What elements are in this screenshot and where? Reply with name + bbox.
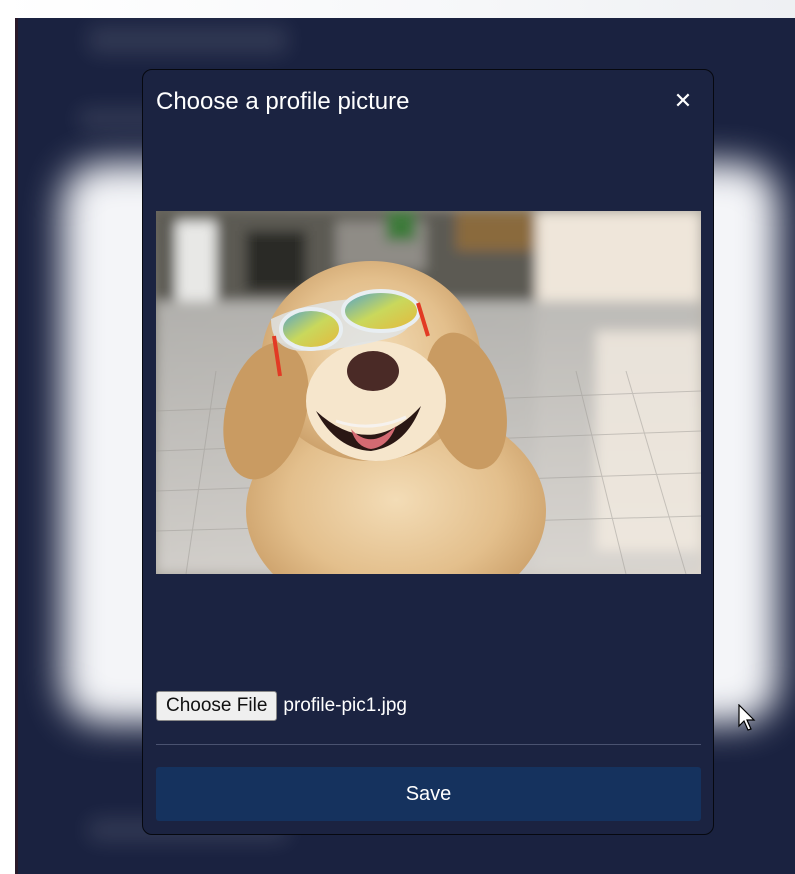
modal-title: Choose a profile picture (156, 88, 410, 115)
save-button[interactable]: Save (156, 767, 701, 821)
blurred-header-text (88, 26, 288, 54)
divider (156, 744, 701, 745)
selected-file-name: profile-pic1.jpg (283, 695, 407, 716)
page-left-edge (0, 18, 18, 874)
page-top-strip (0, 0, 795, 18)
preview-image (156, 211, 701, 574)
mouse-cursor-icon (738, 704, 756, 731)
profile-picture-modal: Choose a profile picture ✕ Choose File p… (142, 69, 714, 835)
choose-file-button[interactable]: Choose File (156, 691, 278, 721)
file-input[interactable]: Choose File profile-pic1.jpg (156, 690, 407, 722)
close-icon[interactable]: ✕ (673, 88, 693, 114)
